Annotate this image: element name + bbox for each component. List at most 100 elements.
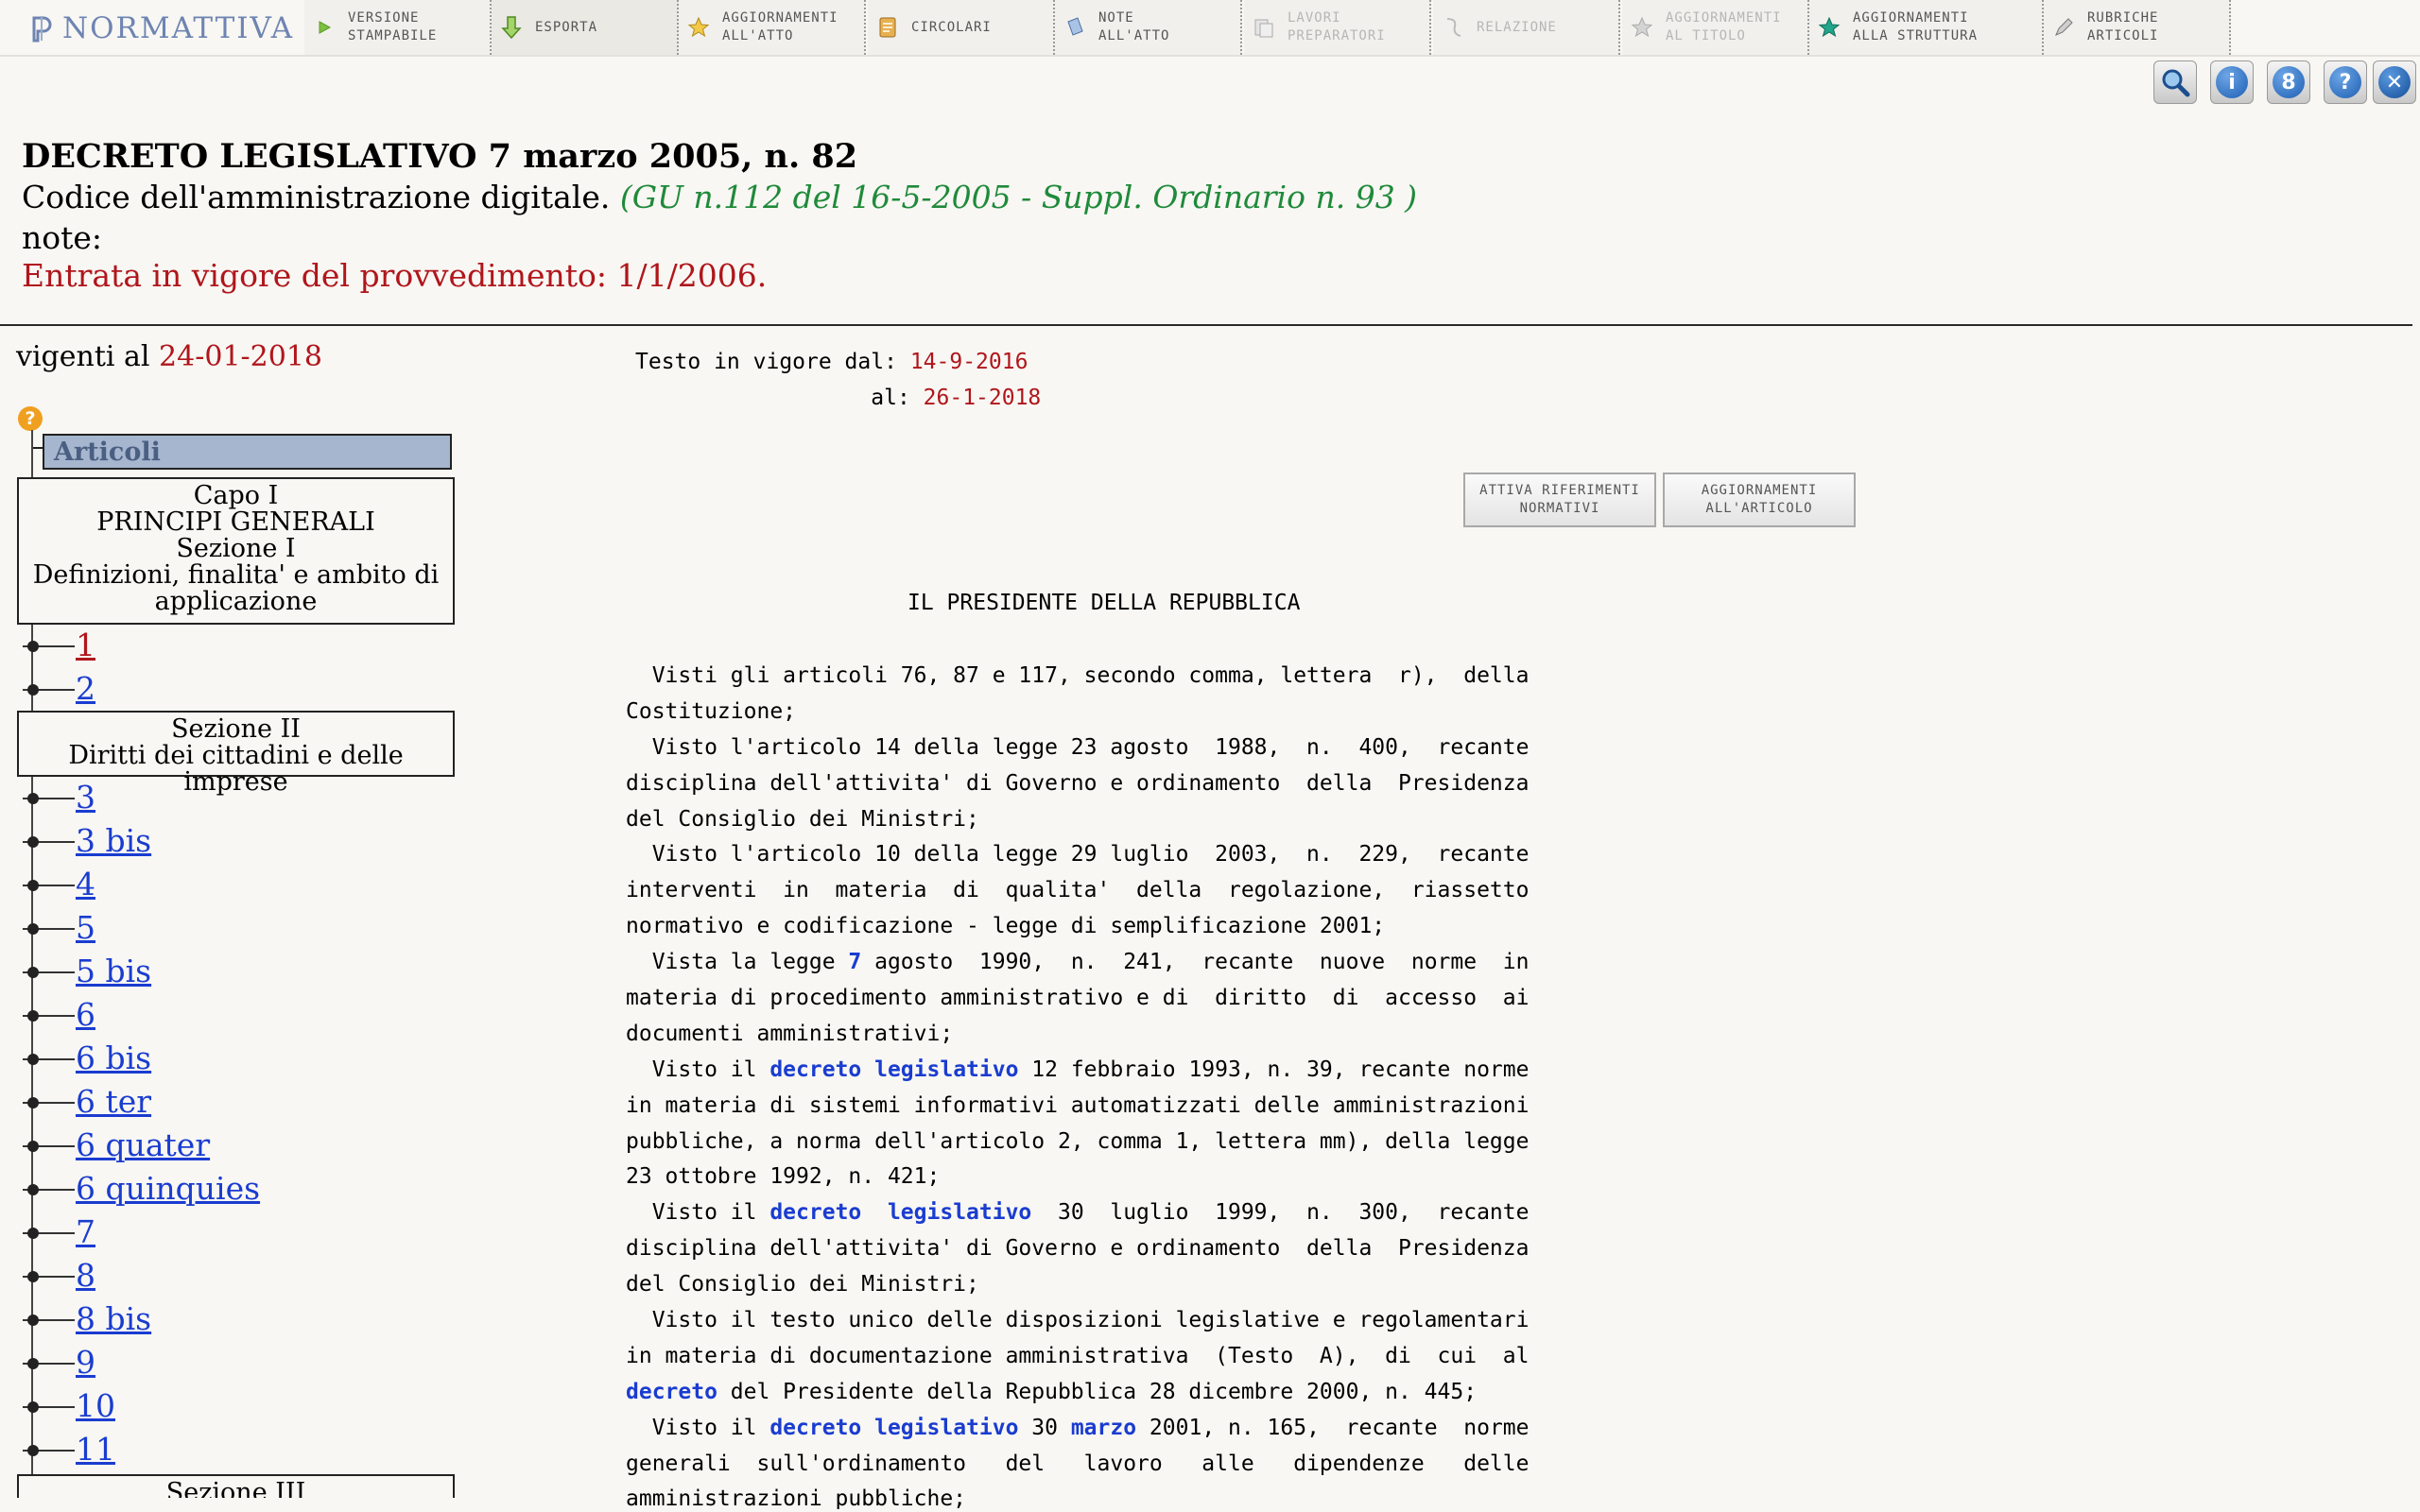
preamble-text-segment: documenti amministrativi; <box>626 1021 954 1046</box>
page-title: DECRETO LEGISLATIVO 7 marzo 2005, n. 82 <box>22 137 858 176</box>
preamble-line: interventi in materia di qualita' della … <box>626 873 1647 909</box>
preamble-line: decreto del Presidente della Repubblica … <box>626 1375 1647 1411</box>
toolbar-button-label: RUBRICHE ARTICOLI <box>2087 10 2159 43</box>
preamble-text-segment: del Consiglio dei Ministri; <box>626 1272 979 1297</box>
star-gray-icon <box>1630 15 1654 40</box>
article-link[interactable]: 11 <box>76 1429 115 1470</box>
close-icon[interactable]: ✕ <box>2373 60 2416 104</box>
reference-link[interactable]: 7 <box>848 950 861 974</box>
activate-references-button[interactable]: ATTIVA RIFERIMENTI NORMATIVI <box>1463 472 1656 527</box>
preamble-line: in materia di documentazione amministrat… <box>626 1339 1647 1375</box>
preamble-text-segment: generali sull'ordinamento del lavoro all… <box>626 1451 1530 1476</box>
article-tree: Articoli Capo I PRINCIPI GENERALI Sezione … <box>0 430 492 1498</box>
preamble-line: Costituzione; <box>626 695 1647 730</box>
article-link[interactable]: 8 <box>76 1255 95 1297</box>
article-link[interactable]: 10 <box>76 1385 115 1427</box>
article-link[interactable]: 9 <box>76 1342 95 1383</box>
tree-node <box>27 1010 39 1022</box>
help-icon[interactable]: ? <box>2324 60 2367 104</box>
reference-link[interactable]: decreto legislativo <box>769 1200 1031 1225</box>
reference-link[interactable]: decreto <box>626 1380 717 1404</box>
toolbar-button-3[interactable]: CIRCOLARI <box>868 0 1055 55</box>
capo-section-box[interactable]: Capo I PRINCIPI GENERALI Sezione I Definizi… <box>17 477 455 625</box>
preamble-line: 23 ottobre 1992, n. 421; <box>626 1160 1647 1195</box>
search-zoom-icon[interactable] <box>2153 60 2197 104</box>
article-link[interactable]: 5 <box>76 907 95 949</box>
brand-name: NORMATTIVA <box>62 11 295 45</box>
article-link[interactable]: 1 <box>76 625 95 666</box>
reference-link[interactable]: decreto legislativo <box>769 1416 1018 1440</box>
tree-node <box>27 1401 39 1413</box>
validity-from-date: 14-9-2016 <box>909 350 1028 374</box>
tree-node <box>27 1184 39 1195</box>
article-item: 6 bis <box>0 1038 284 1079</box>
preamble-line: del Consiglio dei Ministri; <box>626 802 1647 838</box>
article-item: 3 <box>0 777 284 818</box>
sezione-3-box[interactable]: Sezione III <box>17 1474 455 1498</box>
article-item: 9 <box>0 1342 284 1383</box>
tree-node <box>27 1141 39 1152</box>
articles-header-label: Articoli <box>54 438 161 467</box>
preamble-text-segment: 30 luglio 1999, n. 300, recante <box>1031 1200 1530 1226</box>
star-icon <box>686 15 711 40</box>
article-link[interactable]: 6 <box>76 994 95 1036</box>
preamble-line: disciplina dell'attivita' di Governo e o… <box>626 1231 1647 1267</box>
preamble-line: in materia di sistemi informativi automa… <box>626 1089 1647 1125</box>
article-link[interactable]: 3 <box>76 777 95 818</box>
preamble-text-segment: in materia di documentazione amministrat… <box>626 1343 1530 1368</box>
preamble-text-segment: 2001, n. 165, recante norme <box>1136 1415 1530 1440</box>
sezione-2-box-line: Sezione II <box>171 714 301 744</box>
page-subtitle: Codice dell'amministrazione digitale. (G… <box>22 178 1417 217</box>
article-link[interactable]: 2 <box>76 668 95 710</box>
preamble-line: del Consiglio dei Ministri; <box>626 1267 1647 1303</box>
validity-period: Testo in vigore dal: 14-9-2016 al: 26-1-… <box>635 344 1041 416</box>
info-icon[interactable]: i <box>2210 60 2254 104</box>
top-toolbar: NORMATTIVA VERSIONE STAMPABILE ESPORTA AGG… <box>0 0 2420 57</box>
article-link[interactable]: 7 <box>76 1211 95 1253</box>
pencil-icon <box>2051 15 2076 40</box>
toolbar-button-8[interactable]: AGGIORNAMENTI ALLA STRUTTURA <box>1809 0 2044 55</box>
preamble-text-segment: Visto l'articolo 10 della legge 29 lugli… <box>626 842 1530 868</box>
toolbar-button-1[interactable]: ESPORTA <box>492 0 679 55</box>
documents-icon <box>1252 15 1276 40</box>
preamble-line: normativo e codificazione - legge di sem… <box>626 909 1647 945</box>
preamble-line: generali sull'ordinamento del lavoro all… <box>626 1447 1647 1483</box>
preamble-line: pubbliche, a norma dell'articolo 2, comm… <box>626 1125 1647 1160</box>
article-item: 6 quater <box>0 1125 284 1166</box>
preamble-line: documenti amministrativi; <box>626 1017 1647 1053</box>
article-link[interactable]: 6 quater <box>76 1125 210 1166</box>
entry-into-force: Entrata in vigore del provvedimento: 1/1… <box>22 257 768 294</box>
tree-node <box>27 967 39 978</box>
articles-header[interactable]: Articoli <box>33 434 452 470</box>
help-icon-glyph: ? <box>2329 66 2361 98</box>
article-link[interactable]: 8 bis <box>76 1298 151 1340</box>
help-question-icon[interactable]: ? <box>18 406 43 431</box>
article-item: 5 bis <box>0 951 284 992</box>
sezione-2-box[interactable]: Sezione II Diritti dei cittadini e delle … <box>17 711 455 796</box>
tree-node <box>27 923 39 935</box>
article-link[interactable]: 6 ter <box>76 1081 151 1123</box>
preamble-line: Visto l'articolo 10 della legge 29 lugli… <box>626 837 1647 873</box>
toolbar-button-4[interactable]: NOTE ALL'ATTO <box>1055 0 1242 55</box>
reference-link[interactable]: decreto legislativo <box>769 1057 1018 1082</box>
normattiva-logo[interactable]: NORMATTIVA <box>28 8 294 49</box>
toolbar-button-0[interactable]: VERSIONE STAMPABILE <box>304 0 492 55</box>
article-link[interactable]: 5 bis <box>76 951 151 992</box>
preamble-text-segment: Visto il <box>626 1200 770 1226</box>
article-updates-button[interactable]: AGGIORNAMENTI ALL'ARTICOLO <box>1663 472 1856 527</box>
article-link[interactable]: 4 <box>76 864 95 905</box>
reference-link[interactable]: marzo <box>1071 1416 1136 1440</box>
validity-to-label: al: <box>871 386 910 410</box>
preamble-text-segment: normativo e codificazione - legge di sem… <box>626 914 1386 939</box>
article-link[interactable]: 6 bis <box>76 1038 151 1079</box>
download-arrow-icon <box>499 15 524 40</box>
tree-node <box>27 1097 39 1108</box>
article-link[interactable]: 3 bis <box>76 820 151 862</box>
preamble-line: materia di procedimento amministrativo e… <box>626 981 1647 1017</box>
toolbar-button-9[interactable]: RUBRICHE ARTICOLI <box>2044 0 2231 55</box>
preamble-text-segment: Vista la legge <box>626 950 849 975</box>
play-icon <box>312 15 337 40</box>
article-link[interactable]: 6 quinquies <box>76 1168 260 1210</box>
toolbar-button-2[interactable]: AGGIORNAMENTI ALL'ATTO <box>679 0 866 55</box>
link-icon[interactable]: 8 <box>2267 60 2310 104</box>
